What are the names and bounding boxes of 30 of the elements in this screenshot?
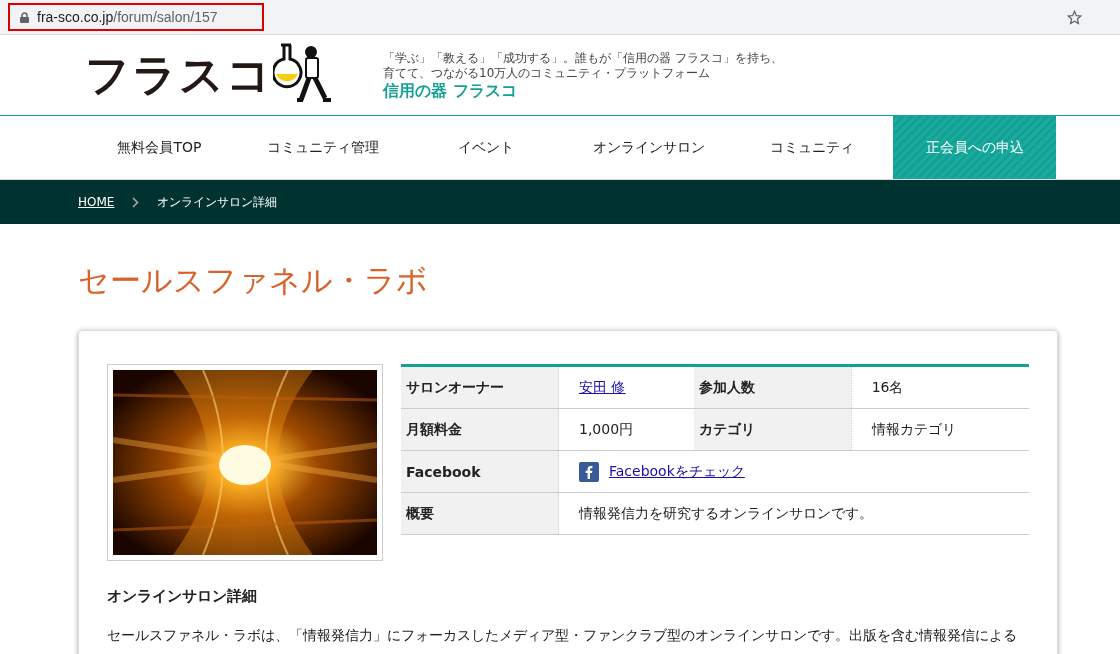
table-header-cell: Facebook	[401, 450, 559, 493]
table-header-cell: 概要	[401, 492, 559, 535]
facebook-icon	[579, 461, 599, 482]
table-cell: 1,000円	[558, 408, 694, 451]
table-cell: 情報カテゴリ	[851, 408, 1029, 451]
breadcrumb-current: オンラインサロン詳細	[157, 193, 278, 211]
description-text: セールスファネル・ラボは、「情報発信力」にフォーカスしたメディア型・ファンクラブ型のオンラインサロンです。出版を含む情報発信による	[107, 626, 1018, 644]
section-heading: オンラインサロン詳細	[107, 587, 258, 606]
breadcrumb-link[interactable]: HOME	[78, 195, 115, 209]
page-title: セールスファネル・ラボ	[78, 261, 429, 300]
nav-link[interactable]: オンラインサロン	[567, 116, 730, 179]
facebook-link[interactable]: Facebookをチェック	[609, 462, 745, 481]
nav-link[interactable]: コミュニティ管理	[241, 116, 404, 179]
table-header-cell: カテゴリ	[693, 408, 852, 451]
nav-link[interactable]: コミュニティ	[730, 116, 893, 179]
table-header-cell: 参加人数	[693, 365, 852, 409]
bookmark-star-icon[interactable]	[1067, 9, 1082, 25]
lock-icon	[20, 11, 29, 23]
owner-link[interactable]: 安田 修	[579, 378, 626, 395]
url-text[interactable]: fra-sco.co.jp/forum/salon/157	[37, 9, 218, 25]
table-header-cell: 月額料金	[401, 408, 559, 451]
chevron-right-icon	[132, 196, 140, 208]
tagline-text: 「学ぶ」「教える」「成功する」。誰もが「信用の器 フラスコ」を持ち、育てて、つながる10万人のコミュニティ・プラットフォーム	[383, 51, 783, 81]
table-cell: 情報発信力を研究するオンラインサロンです。	[558, 492, 1029, 535]
nav-link[interactable]: イベント	[404, 116, 567, 179]
table-cell: 16名	[851, 365, 1029, 409]
brand-name: 信用の器 フラスコ	[383, 81, 518, 102]
site-logo[interactable]: フラスコ	[85, 45, 273, 105]
table-header-cell: サロンオーナー	[401, 365, 559, 409]
nav-link[interactable]: 無料会員TOP	[78, 116, 241, 179]
